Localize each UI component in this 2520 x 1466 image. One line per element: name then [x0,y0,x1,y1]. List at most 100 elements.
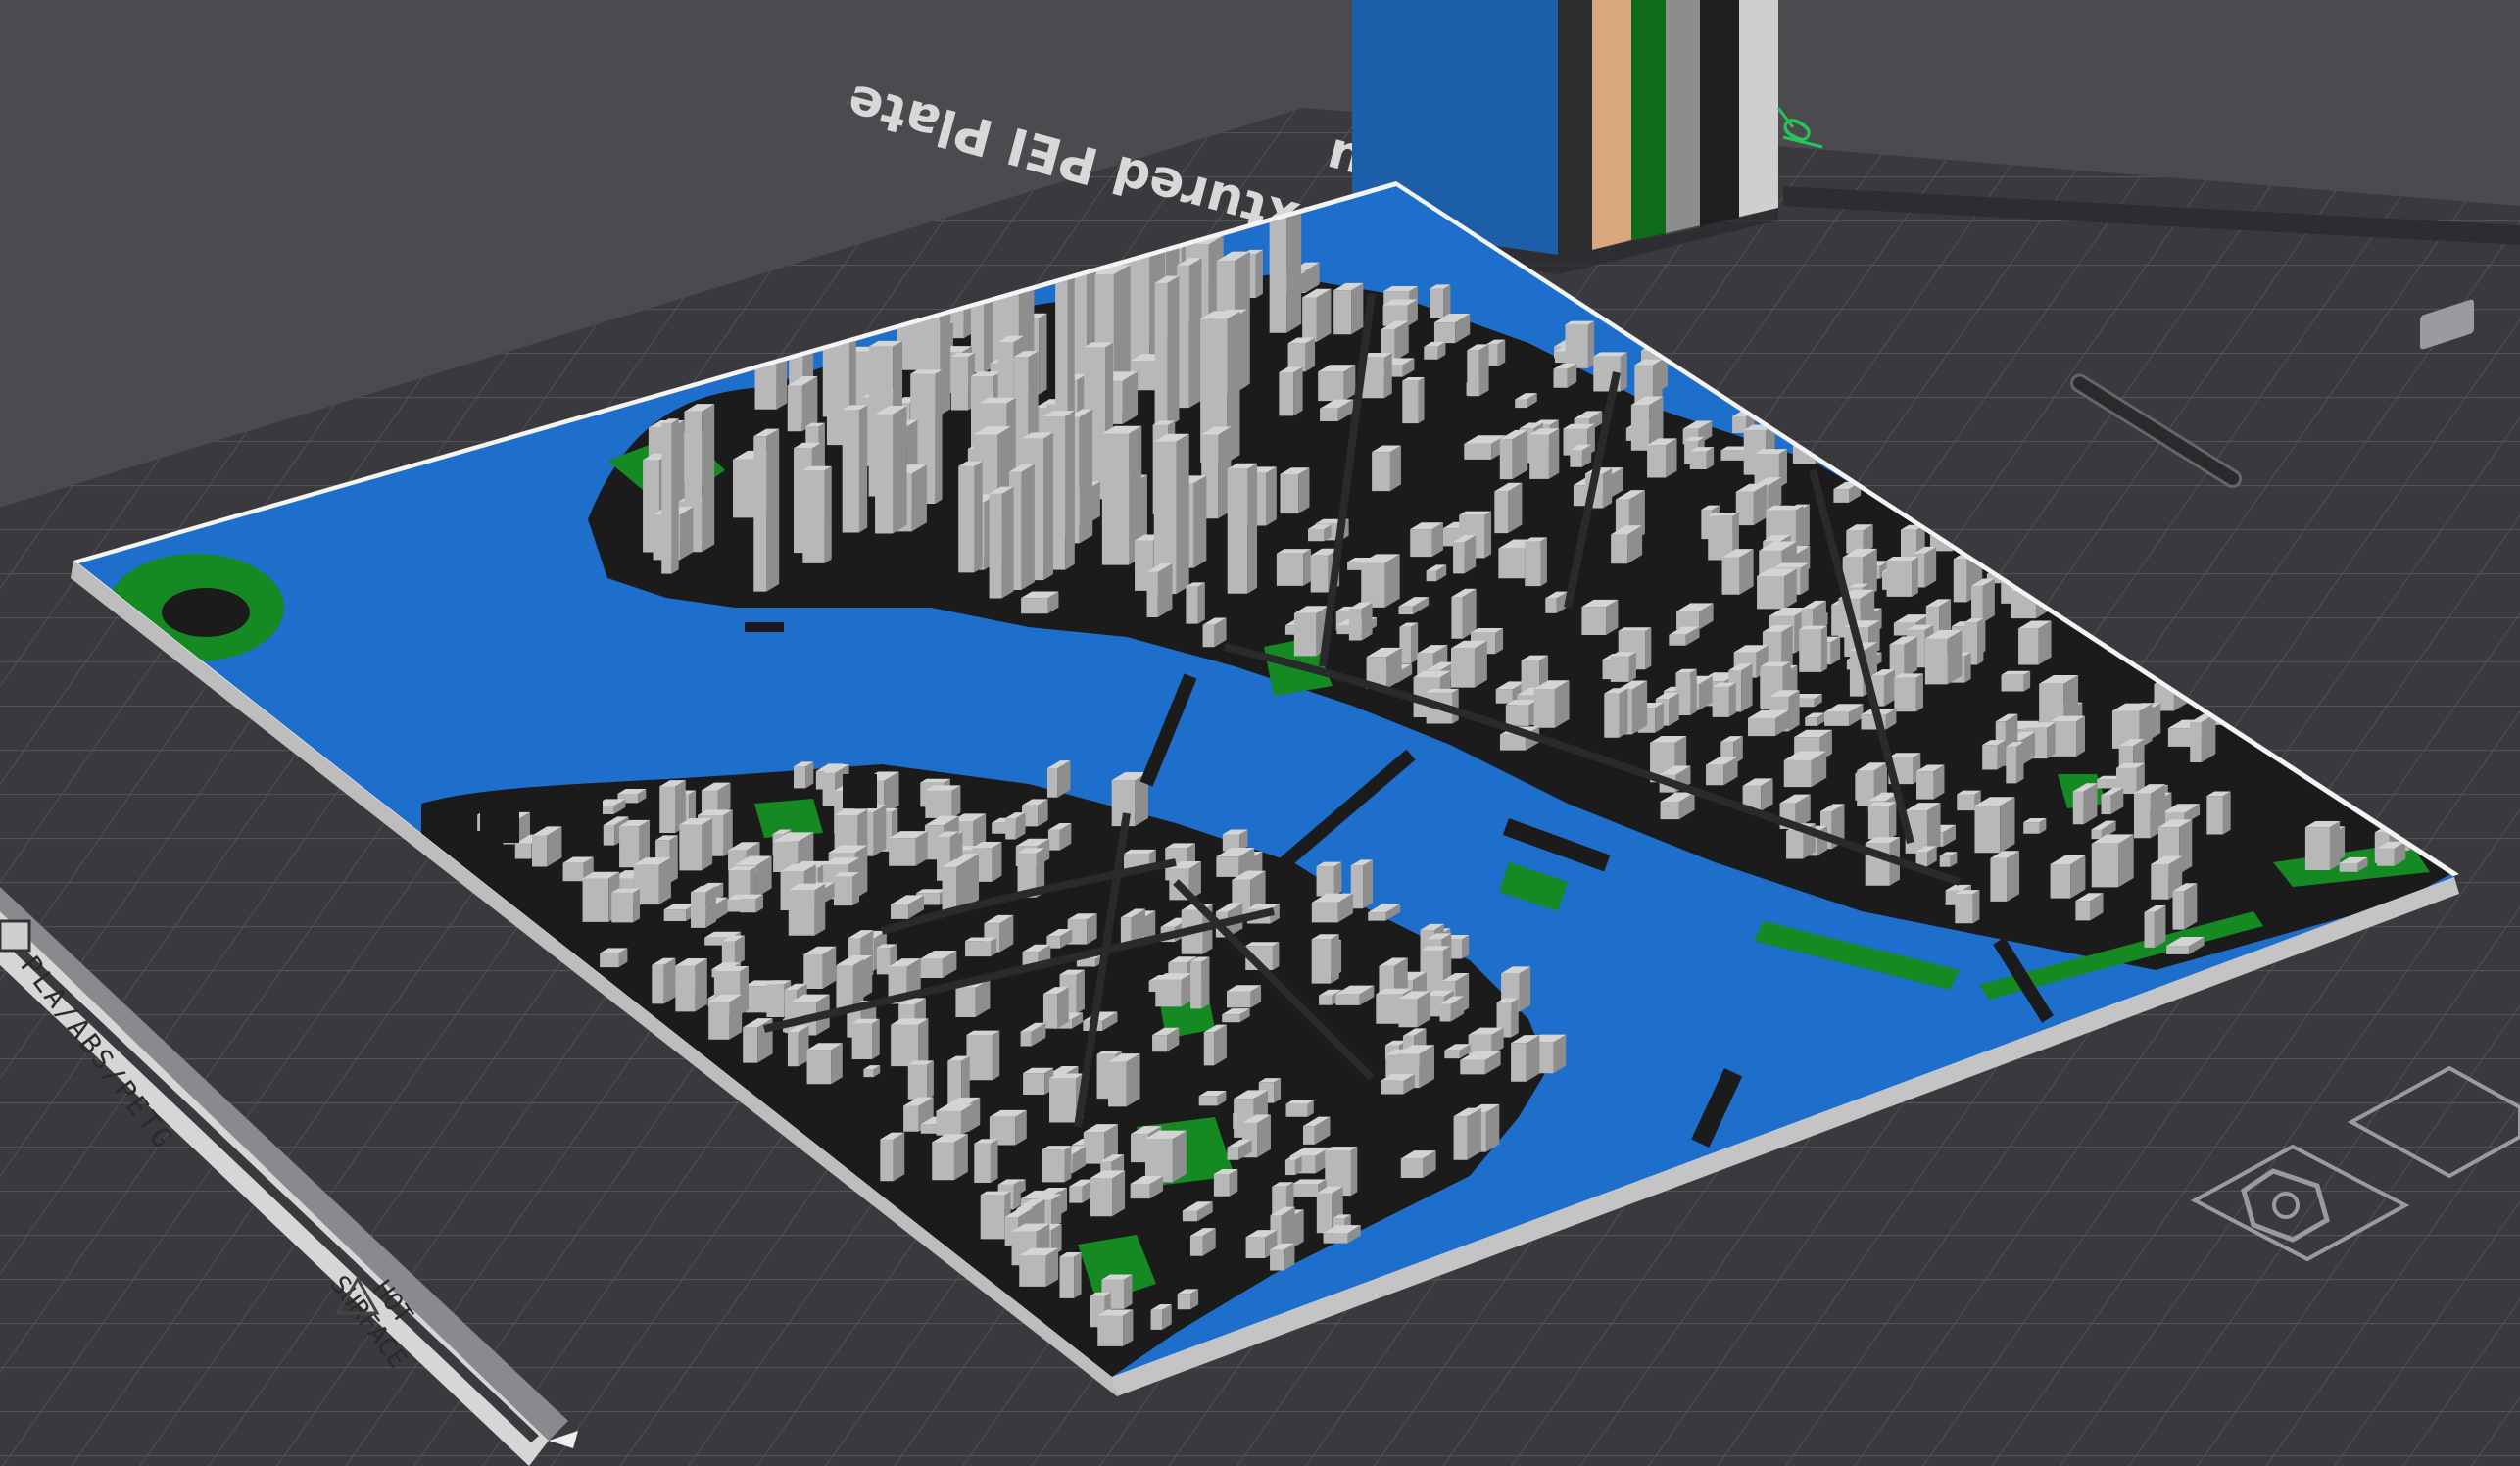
building-side [1079,409,1093,544]
building-side [1628,652,1636,682]
building [2023,822,2040,834]
building [2091,829,2102,840]
building [1083,1132,1105,1164]
building [663,909,687,921]
building-side [1982,578,1995,623]
building-side [1690,668,1697,715]
building [1280,474,1299,514]
3d-viewport[interactable]: Textured PEI Plate ou PLA/ABS/PETG HOT S… [0,0,2520,1466]
building-side [1065,411,1075,570]
building-side [1201,956,1210,1009]
building [1439,1003,1451,1022]
building [794,766,806,789]
building-side [1384,554,1400,608]
building [675,965,696,1012]
building [582,878,609,922]
building-side [702,817,713,871]
building-side [1076,969,1085,1014]
building [1090,1178,1113,1217]
building [1284,1159,1295,1176]
building-side [766,428,780,592]
building-side [1485,1103,1500,1152]
building [1019,1255,1046,1287]
building-side [1467,1107,1481,1160]
building [1545,598,1557,613]
building [1533,688,1555,728]
building [1269,204,1287,333]
building [1939,855,1951,867]
building [691,892,706,928]
building [955,987,976,1017]
building [1630,405,1650,451]
building-side [1331,934,1339,984]
building-side [974,461,983,573]
building [1953,559,1967,603]
building-side [893,406,907,534]
building [1924,638,1948,685]
building [1525,541,1541,587]
building [1152,1035,1168,1052]
building-side [1972,890,1980,924]
building [1957,794,1975,811]
building [721,941,735,966]
building [532,835,548,867]
building [1712,686,1729,717]
building-side [663,957,676,1004]
building [891,1024,919,1067]
building [1270,1249,1284,1271]
building [2151,863,2169,900]
building-side [1655,702,1664,733]
building [1430,288,1444,318]
building [836,965,853,1010]
building [2339,862,2358,872]
building-side [1926,803,1941,854]
building-side [1272,942,1280,971]
building-side [951,785,961,818]
building [1747,718,1775,737]
building [1276,553,1304,586]
building [1444,1050,1460,1059]
building-side [695,957,707,1012]
building-side [1619,688,1628,738]
building-side [1912,557,1918,597]
building-side [705,885,716,928]
building [1529,434,1549,479]
building-side [1411,622,1419,664]
building-side [893,1132,905,1182]
building [2101,795,2111,815]
building-side [1316,288,1332,342]
building-side [1602,467,1613,509]
building [1757,576,1784,610]
building [1450,648,1475,688]
building-side [1157,562,1173,617]
building [1495,689,1513,704]
building [1348,609,1362,641]
building [1177,1294,1190,1310]
building [1130,1183,1150,1199]
building [1311,902,1338,923]
building [1453,541,1465,574]
building [1368,912,1386,921]
building [1154,282,1168,427]
building [1020,1031,1032,1047]
building-side [1452,688,1459,724]
building [1886,560,1913,597]
building [1660,801,1679,820]
building-side [1389,445,1401,492]
building [1553,368,1568,388]
building [2190,722,2202,763]
building-side [2015,742,2024,784]
building [743,1027,758,1063]
building [1279,371,1294,416]
building [966,1034,993,1081]
building [863,1069,874,1078]
building [766,984,785,1017]
building-side [750,866,757,900]
building [1400,1158,1424,1179]
scene[interactable]: Textured PEI Plate ou PLA/ABS/PETG HOT S… [0,0,2520,1466]
building [611,892,634,923]
building [2377,848,2395,866]
building [753,436,767,592]
building [1216,856,1239,877]
building-side [1964,652,1971,683]
